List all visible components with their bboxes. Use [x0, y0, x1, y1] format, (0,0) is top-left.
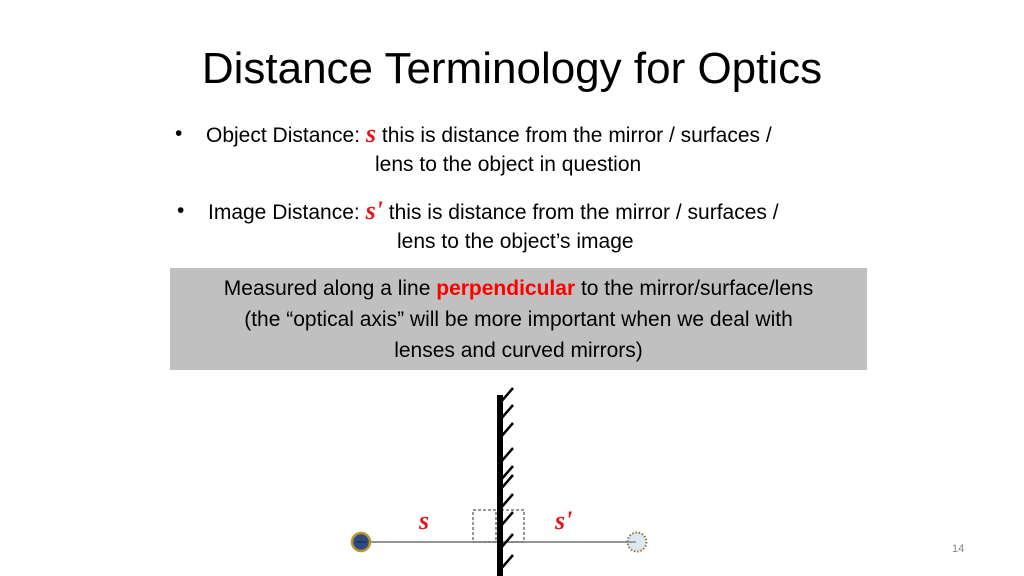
callout-line-1: Measured along a line perpendicular to t… [170, 273, 867, 304]
callout-text: Measured along a line [223, 277, 437, 300]
bullet-line-2: lens to the object’s image [397, 230, 634, 253]
bullet-label: Image Distance: [208, 201, 360, 224]
bullet-line-2: lens to the object in question [375, 153, 642, 176]
bullet-dot: • [177, 199, 185, 222]
callout-box: Measured along a line perpendicular to t… [170, 268, 867, 370]
image-distance-label: s' [555, 506, 573, 535]
mirror-surface [497, 395, 503, 576]
image-point [626, 531, 648, 553]
plane-mirror [497, 387, 514, 576]
slide-title-text: Distance Terminology for Optics [201, 44, 823, 93]
bullet-text: this is distance from the mirror / surfa… [381, 124, 772, 147]
callout-line-3: lenses and curved mirrors) [394, 339, 643, 362]
page-number: 14 [952, 543, 965, 555]
object-point [350, 531, 372, 553]
highlight-perpendicular: perpendicular [436, 277, 576, 300]
bullet-text: this is distance from the mirror / surfa… [388, 201, 779, 224]
callout-text: to the mirror/surface/lens [575, 277, 814, 300]
mirror-hatching [499, 387, 514, 571]
callout-line-2: (the “optical axis” will be more importa… [244, 308, 793, 331]
bullet-line-1: Object Distance: s this is distance from… [206, 118, 772, 151]
right-angle-box-right [500, 509, 525, 543]
right-angle-box-left [472, 509, 497, 543]
slide-title: Distance Terminology for Optics [0, 44, 1024, 94]
bullet-line-1: Image Distance: s' this is distance from… [208, 195, 779, 228]
object-distance-label: s [419, 506, 430, 535]
bullet-dot: • [175, 122, 183, 145]
image-distance-symbol: s' [365, 196, 383, 225]
object-distance-symbol: s [365, 119, 377, 148]
bullet-label: Object Distance: [206, 124, 361, 147]
